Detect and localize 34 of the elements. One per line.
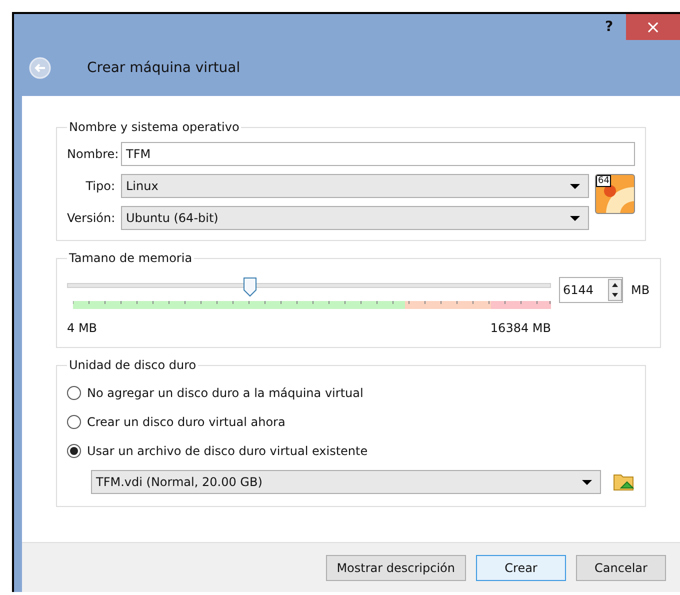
radio-label[interactable]: Crear un disco duro virtual ahora (87, 413, 286, 431)
field-label: Versión: (67, 210, 115, 227)
radio-label[interactable]: No agregar un disco duro a la máquina virtual (87, 384, 364, 402)
version-dropdown[interactable]: Ubuntu (64-bit) (121, 206, 589, 230)
dialog-button[interactable]: Mostrar descripción (326, 554, 466, 580)
radio-button[interactable] (67, 444, 81, 458)
dropdown-arrow-icon (570, 216, 580, 220)
dropdown-arrow-icon (570, 184, 580, 188)
max-label: 16384 MB (490, 320, 551, 337)
radio-label[interactable]: Usar un archivo de disco duro virtual existente (87, 442, 368, 460)
window-title: Crear máquina virtual (87, 58, 240, 78)
radio-button[interactable] (67, 386, 81, 400)
dialog-button[interactable]: Crear (476, 554, 566, 580)
folder-icon[interactable] (613, 472, 635, 492)
field-label: Nombre: (67, 146, 115, 163)
help-button[interactable]: ? (596, 14, 622, 40)
dropdown-arrow-icon (582, 480, 592, 484)
close-button[interactable]: × (626, 14, 680, 40)
type-dropdown[interactable]: Linux (121, 174, 589, 198)
memory-slider[interactable] (67, 277, 551, 299)
radio-button[interactable] (67, 415, 81, 429)
dialog-button[interactable]: Cancelar (576, 554, 666, 580)
group-title: Unidad de disco duro (68, 357, 198, 374)
name-field[interactable]: TFM (121, 142, 635, 166)
field-label: Tipo: (84, 178, 115, 195)
group-title: Nombre y sistema operativo (68, 119, 240, 136)
os-logo-icon: 64 (595, 174, 635, 214)
slider-thumb[interactable] (243, 277, 258, 297)
group-title: Tamano de memoria (68, 250, 194, 267)
memory-spinbox[interactable]: 6144 (559, 277, 623, 303)
unit-label: MB (631, 282, 650, 299)
disk-file-dropdown[interactable]: TFM.vdi (Normal, 20.00 GB) (91, 470, 601, 494)
min-label: 4 MB (67, 320, 98, 337)
spin-arrows-icon[interactable] (608, 279, 622, 301)
